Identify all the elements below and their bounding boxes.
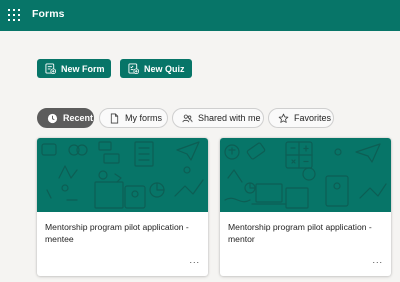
- app-launcher-icon[interactable]: [8, 9, 20, 21]
- filter-recent[interactable]: Recent: [37, 108, 94, 128]
- new-form-icon: [45, 63, 56, 74]
- filter-my-forms-label: My forms: [125, 113, 162, 123]
- filter-shared-label: Shared with me: [198, 113, 261, 123]
- new-form-label: New Form: [61, 63, 105, 74]
- more-options-button[interactable]: ...: [372, 255, 383, 265]
- star-icon: [278, 113, 289, 123]
- document-icon: [110, 113, 119, 123]
- form-card[interactable]: Mentorship program pilot application - m…: [37, 138, 208, 276]
- top-app-bar: Forms: [0, 0, 400, 31]
- people-icon: [182, 114, 193, 122]
- more-options-button[interactable]: ...: [189, 255, 200, 265]
- form-card[interactable]: Mentorship program pilot application - m…: [220, 138, 391, 276]
- new-quiz-label: New Quiz: [144, 63, 185, 74]
- form-card-title: Mentorship program pilot application - m…: [45, 222, 189, 244]
- form-card-title: Mentorship program pilot application - m…: [228, 222, 372, 244]
- form-illustration-icon: [41, 141, 204, 209]
- filter-my-forms[interactable]: My forms: [99, 108, 168, 128]
- filter-favorites[interactable]: Favorites: [268, 108, 334, 128]
- filter-shared-with-me[interactable]: Shared with me: [172, 108, 264, 128]
- new-quiz-icon: [128, 63, 139, 74]
- new-form-button[interactable]: New Form: [37, 59, 111, 78]
- form-illustration-icon: [224, 141, 387, 209]
- form-card-banner: [220, 138, 391, 212]
- clock-icon: [47, 113, 58, 123]
- form-card-banner: [37, 138, 208, 212]
- app-title[interactable]: Forms: [32, 8, 65, 20]
- new-quiz-button[interactable]: New Quiz: [120, 59, 192, 78]
- filter-favorites-label: Favorites: [294, 113, 332, 123]
- filter-recent-label: Recent: [62, 113, 93, 123]
